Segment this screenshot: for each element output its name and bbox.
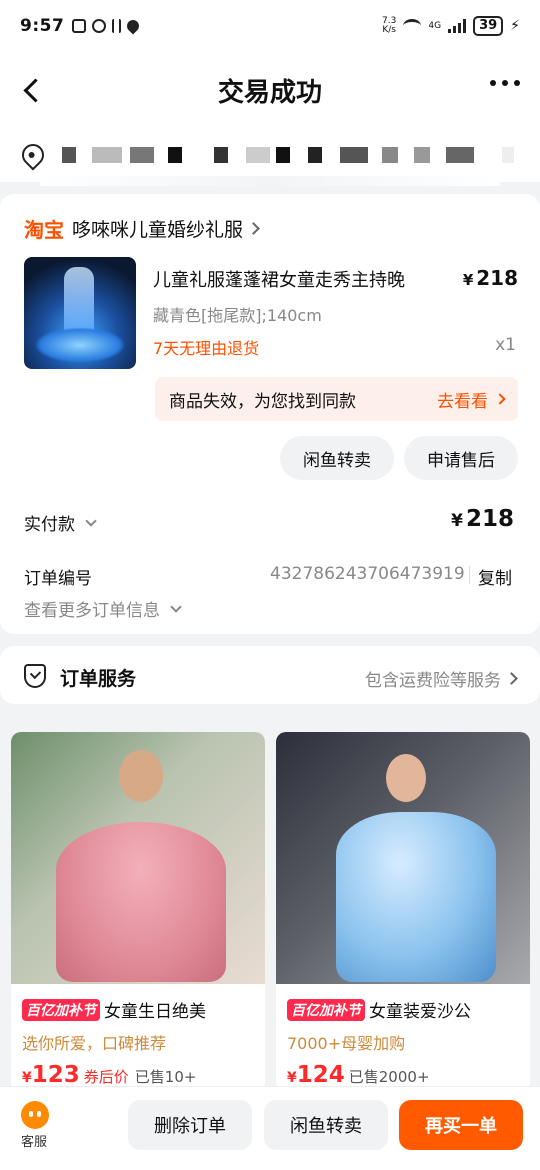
recommend-card[interactable]: 百亿加补节 女童生日绝美 选你所爱，口碑推荐 ¥ 123 券后价 已售10+ [11, 732, 265, 1092]
battery-icon: 39 [473, 16, 504, 36]
recommend-subtitle: 7000+母婴加购 [287, 1034, 406, 1053]
recommend-image[interactable] [11, 732, 265, 984]
order-card: 淘宝 哆唻咪儿童婚纱礼服 儿童礼服蓬蓬裙女童走秀主持晚 ¥218 藏青色[拖尾款… [0, 194, 540, 634]
promo-badge: 百亿加补节 [22, 998, 100, 1021]
child-head-shape [119, 750, 163, 802]
paid-amount-label[interactable]: 实付款 [24, 510, 97, 535]
status-left-icons [72, 17, 142, 35]
promo-badge: 百亿加补节 [287, 998, 365, 1021]
resell-bottom-button[interactable]: 闲鱼转卖 [264, 1100, 388, 1150]
signal-icon [448, 19, 467, 33]
resell-button[interactable]: 闲鱼转卖 [280, 436, 394, 480]
more-order-info-link[interactable]: 查看更多订单信息 [24, 596, 182, 621]
child-head-shape [386, 754, 426, 802]
product-spec: 藏青色[拖尾款];140cm [153, 306, 322, 325]
find-similar-link[interactable]: 去看看 [437, 387, 506, 412]
recommend-price: ¥ 124 已售2000+ [287, 1062, 430, 1088]
copy-button[interactable]: 复制 [478, 564, 512, 589]
service-title: 订单服务 [60, 668, 137, 690]
order-service-card[interactable]: 订单服务 包含运费险等服务 [0, 646, 540, 704]
charging-icon: ⚡ [510, 18, 520, 34]
chevron-right-icon [505, 672, 518, 685]
paid-amount: ¥218 [451, 506, 514, 532]
customer-service-button[interactable]: 客服 [20, 1101, 50, 1150]
after-sale-button[interactable]: 申请售后 [404, 436, 518, 480]
service-summary-link[interactable]: 包含运费险等服务 [365, 666, 518, 691]
product-price: ¥218 [462, 266, 518, 290]
shop-name: 哆唻咪儿童婚纱礼服 [72, 219, 244, 241]
net-speed: 7.3 K/s [382, 16, 397, 35]
chevron-right-icon [247, 222, 260, 235]
invalid-product-banner[interactable]: 商品失效，为您找到同款 去看看 [155, 377, 518, 421]
delete-order-button[interactable]: 删除订单 [128, 1100, 252, 1150]
shield-icon [24, 664, 46, 688]
order-number-label: 订单编号 [24, 569, 92, 589]
invalid-notice: 商品失效，为您找到同款 [169, 391, 356, 412]
recommend-title: 百亿加补节 女童生日绝美 [22, 997, 206, 1022]
customer-service-label: 客服 [20, 1135, 47, 1150]
more-options-icon[interactable] [490, 80, 520, 86]
customer-service-icon [21, 1101, 49, 1129]
pink-dress-shape [56, 822, 226, 982]
top-nav-bar: 交易成功 [0, 52, 540, 128]
bluetooth-icon [112, 19, 122, 33]
buy-again-button[interactable]: 再买一单 [399, 1100, 523, 1150]
order-number: 432786243706473919 [270, 564, 465, 584]
recommend-price: ¥ 123 券后价 已售10+ [22, 1062, 197, 1088]
location-status-icon [124, 17, 142, 35]
chevron-right-icon [494, 393, 506, 405]
recommend-subtitle: 选你所爱，口碑推荐 [22, 1034, 167, 1053]
shop-row[interactable]: 淘宝 哆唻咪儿童婚纱礼服 [24, 214, 260, 243]
wifi-icon [403, 19, 422, 33]
product-image[interactable] [24, 257, 136, 369]
chevron-down-icon [85, 514, 97, 527]
location-pin-icon [17, 139, 49, 171]
page-title: 交易成功 [217, 77, 322, 108]
bottom-action-bar: 客服 删除订单 闲鱼转卖 再买一单 [0, 1086, 540, 1170]
address-mosaic [62, 147, 530, 163]
status-time: 9:57 [20, 16, 65, 36]
status-right-icons: 7.3 K/s 4G 39 ⚡ [382, 16, 520, 36]
address-divider [40, 176, 500, 186]
back-icon[interactable] [18, 74, 50, 106]
product-title[interactable]: 儿童礼服蓬蓬裙女童走秀主持晚 [153, 266, 405, 292]
taobao-logo: 淘宝 [24, 218, 64, 242]
status-bar: 9:57 7.3 K/s 4G 39 ⚡ [0, 0, 540, 52]
blue-dress-shape [336, 812, 496, 982]
network-type: 4G [428, 21, 442, 31]
return-policy: 7天无理由退货 [153, 339, 260, 358]
recommend-title: 百亿加补节 女童装爱沙公 [287, 997, 471, 1022]
alarm-icon [92, 19, 107, 33]
chevron-down-icon [170, 600, 182, 613]
divider [469, 566, 470, 584]
nfc-icon [72, 19, 87, 33]
product-quantity: x1 [495, 335, 516, 355]
order-detail-page: 9:57 7.3 K/s 4G 39 ⚡ 交易成功 淘宝 哆唻咪儿童婚纱礼服 儿… [0, 0, 540, 1170]
recommend-card[interactable]: 百亿加补节 女童装爱沙公 7000+母婴加购 ¥ 124 已售2000+ [276, 732, 530, 1092]
shipping-address[interactable] [0, 128, 540, 182]
recommend-image[interactable] [276, 732, 530, 984]
